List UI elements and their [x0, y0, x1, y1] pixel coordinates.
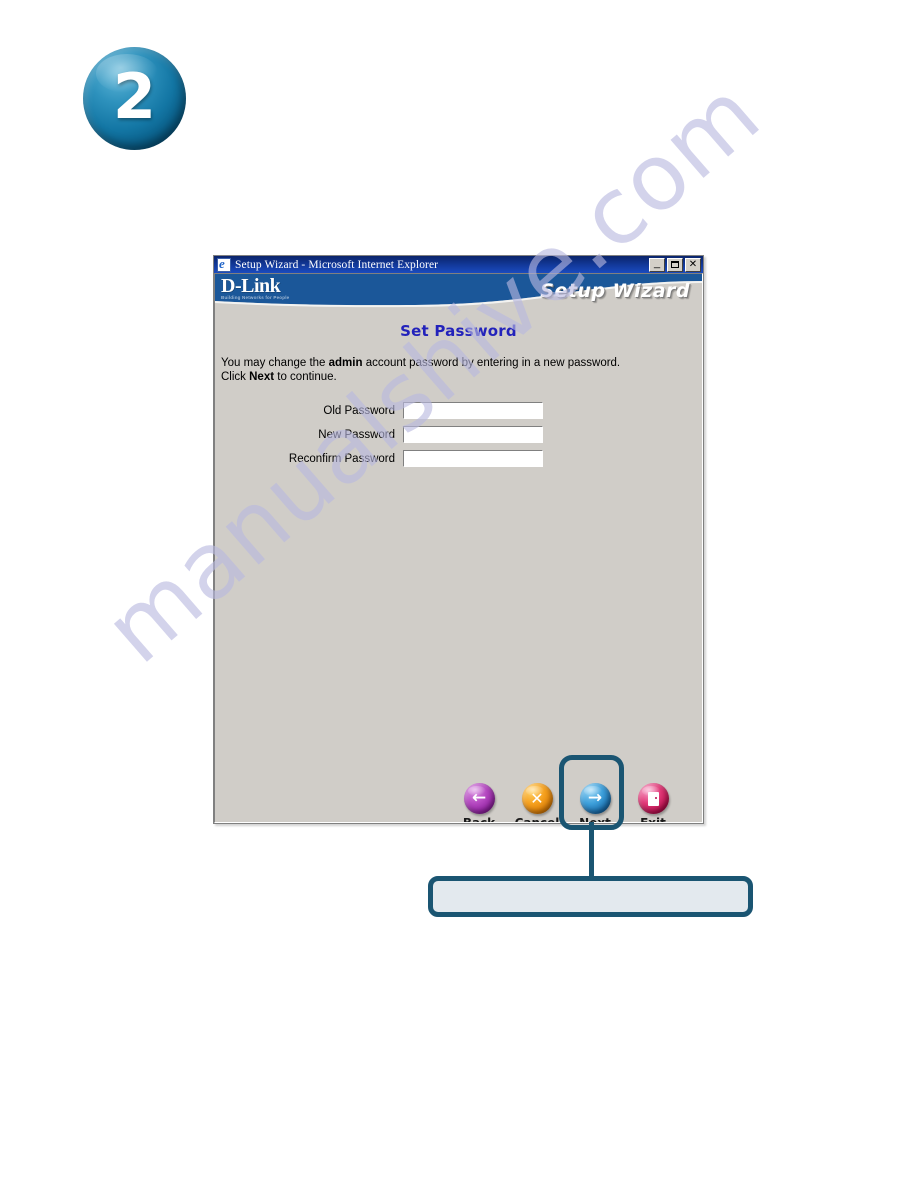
window-controls: _ ✕	[649, 256, 701, 272]
exit-button[interactable]: Exit	[629, 783, 677, 823]
dlink-tagline: Building Networks for People	[221, 295, 290, 300]
window-title-bar: Setup Wizard - Microsoft Internet Explor…	[214, 256, 703, 273]
intro-text: You may change the admin account passwor…	[221, 356, 702, 384]
window-title: Setup Wizard - Microsoft Internet Explor…	[235, 258, 439, 271]
arrow-left-glyph: ←	[471, 788, 487, 808]
maximize-icon	[668, 259, 682, 271]
step-number-badge: 2	[83, 47, 186, 150]
banner-title: Setup Wizard	[540, 280, 690, 302]
step-number-text: 2	[112, 59, 157, 133]
door-exit-icon	[637, 783, 669, 814]
intro-text-part-2: account password by entering in a new pa…	[362, 357, 621, 369]
form-row-reconfirm-password: Reconfirm Password	[215, 450, 702, 467]
dlink-logo: D-Link Building Networks for People	[221, 276, 289, 301]
intro-text-admin: admin	[328, 357, 363, 369]
old-password-label: Old Password	[323, 404, 395, 417]
intro-text-part-4: to continue.	[274, 371, 337, 383]
minimize-button[interactable]: _	[649, 256, 665, 272]
close-icon: ✕	[688, 258, 698, 270]
door-exit-glyph	[647, 791, 659, 806]
cancel-button-label: Cancel	[514, 816, 560, 823]
exit-button-label: Exit	[640, 816, 666, 823]
arrow-left-icon: ←	[463, 783, 495, 814]
cancel-button[interactable]: ✕ Cancel	[513, 783, 561, 823]
new-password-input[interactable]	[403, 426, 543, 443]
intro-text-part-1: You may change the	[221, 357, 329, 369]
minimize-icon: _	[653, 256, 661, 269]
close-x-glyph: ✕	[530, 788, 544, 808]
maximize-button[interactable]	[667, 257, 683, 272]
callout-box	[428, 876, 753, 917]
browser-window: Setup Wizard - Microsoft Internet Explor…	[213, 255, 704, 824]
password-form: Old Password New Password Reconfirm Pass…	[215, 402, 702, 467]
page-heading: Set Password	[400, 322, 517, 340]
reconfirm-password-label: Reconfirm Password	[288, 452, 395, 465]
content-area: Set Password You may change the admin ac…	[215, 322, 702, 823]
callout-connector-line	[589, 822, 594, 878]
dlink-banner: D-Link Building Networks for People Setu…	[215, 274, 702, 310]
new-password-label: New Password	[318, 428, 395, 441]
internet-explorer-icon	[217, 256, 231, 272]
back-button-label: Back	[462, 816, 496, 823]
reconfirm-password-input[interactable]	[403, 450, 543, 467]
page-body: D-Link Building Networks for People Setu…	[214, 273, 703, 823]
next-button-highlight	[559, 755, 624, 830]
intro-text-next: Next	[249, 371, 275, 383]
dlink-wordmark: D-Link	[221, 275, 281, 297]
back-button[interactable]: ← Back	[455, 783, 503, 823]
form-row-new-password: New Password	[215, 426, 702, 443]
form-row-old-password: Old Password	[215, 402, 702, 419]
intro-text-part-3: Click	[221, 371, 250, 383]
close-x-icon: ✕	[521, 783, 553, 814]
close-button[interactable]: ✕	[685, 257, 701, 272]
old-password-input[interactable]	[403, 402, 543, 419]
